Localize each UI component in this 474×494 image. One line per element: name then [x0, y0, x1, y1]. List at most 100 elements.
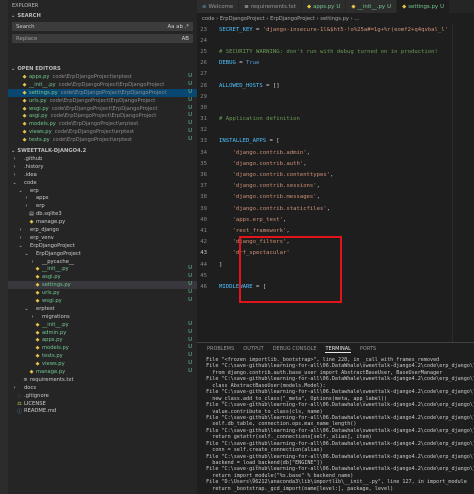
file-item[interactable]: ◇ .gitignore [8, 392, 197, 400]
tab-label: requirements.txt [250, 3, 296, 10]
tree-item-label: apps.py [42, 337, 63, 344]
panel-tab-terminal[interactable]: TERMINAL [325, 346, 351, 353]
open-editor-item[interactable]: ◆ asgi.py code\ErpDjangoProject\ErpDjangoP… [8, 112, 197, 120]
folder-item[interactable]: ⌄ erp [8, 187, 197, 195]
file-item[interactable]: ◆ models.py U [8, 344, 197, 352]
open-editor-item[interactable]: ◆ __init__.py code\ErpDjangoProject\ErpDja… [8, 81, 197, 89]
minimap[interactable] [452, 24, 474, 342]
git-status-badge: U [188, 80, 192, 87]
code-token: 'django.contrib.auth' [219, 160, 304, 167]
tab-settings-py[interactable]: ◆ settings.py U [397, 0, 451, 13]
search-section-header[interactable]: ⌄ SEARCH [8, 11, 197, 20]
folder-item[interactable]: › migrations [8, 313, 197, 321]
line-number: 43 [200, 250, 207, 257]
tab-apps-py[interactable]: ◆ apps.py U [301, 0, 347, 13]
open-editor-item[interactable]: ◆ urls.py code\ErpDjangoProject\ErpDjangoP… [8, 97, 197, 105]
breadcrumb[interactable]: code › ErpDjangoProject › ErpDjangoProje… [197, 13, 474, 24]
code-token: # SECURITY WARNING: don't run with debug… [219, 48, 438, 55]
open-editor-item[interactable]: ◆ settings.py code\ErpDjangoProject\ErpDja… [8, 88, 197, 97]
editor-tabs: ≡ Welcome ≡ requirements.txt ◆ apps.py U ◆ __ini… [197, 0, 474, 13]
file-item[interactable]: ◆ apps.py U [8, 337, 197, 345]
open-editor-item[interactable]: ◆ tests.py code\ErpDjangoProject\erptest U [8, 136, 197, 144]
line-number: 24 [200, 37, 207, 44]
line-number: 23 [200, 26, 207, 33]
search-options[interactable]: Aa ab .* [167, 24, 189, 30]
tab-welcome[interactable]: ≡ Welcome [197, 0, 240, 13]
code-line: 40 'apps.erp_test', [197, 214, 474, 225]
folder-item[interactable]: › apps [8, 194, 197, 202]
tree-item-label: erp_venv [30, 234, 54, 241]
tab-requirements-txt[interactable]: ≡ requirements.txt [239, 0, 302, 13]
chevron-right-icon: › [13, 163, 16, 170]
tree-item-label: .github [24, 155, 43, 162]
file-item[interactable]: ◆ views.py U [8, 360, 197, 368]
file-tree: › .github › .history › .idea ⌄ code ⌄ erp › apps › er… [8, 155, 197, 415]
file-item[interactable]: ◆ __init__.py U [8, 321, 197, 329]
file-item[interactable]: ⚖ LICENSE [8, 400, 197, 408]
tree-item-label: asgi.py [42, 274, 61, 281]
replace-input[interactable]: Replace AB [12, 34, 193, 43]
search-input[interactable]: Search Aa ab .* [12, 22, 193, 31]
tree-item-label: __init__.py [42, 266, 69, 273]
tree-item-label: ErpDjangoProject [36, 250, 81, 257]
file-item[interactable]: ◆ wsgi.py U [8, 297, 197, 305]
folder-item[interactable]: › docs [8, 384, 197, 392]
code-token: , [306, 149, 310, 156]
file-item[interactable]: ▤ db.sqlite3 [8, 210, 197, 218]
open-editor-item[interactable]: ◆ models.py code\ErpDjangoProject\erptest U [8, 120, 197, 128]
folder-item[interactable]: ⌄ erptest [8, 305, 197, 313]
open-editors-header[interactable]: ⌄ OPEN EDITORS [8, 64, 197, 73]
panel-tab-ports[interactable]: PORTS [360, 346, 376, 352]
replace-all-button[interactable]: AB [182, 36, 189, 42]
terminal-line: File "C:\save-github\learning-for-all\06… [200, 466, 474, 473]
folder-item[interactable]: › .history [8, 163, 197, 171]
file-item[interactable]: ◆ tests.py U [8, 352, 197, 360]
code-line: 39 'django.contrib.staticfiles', [197, 203, 474, 214]
git-status-badge: U [188, 328, 192, 335]
code-line: 25 # SECURITY WARNING: don't run with deb… [197, 46, 474, 57]
folder-item[interactable]: › erp [8, 202, 197, 210]
open-editor-item[interactable]: ◆ apps.py code\ErpDjangoProject\erptest U [8, 73, 197, 81]
folder-item[interactable]: › erp_venv [8, 234, 197, 242]
tab-label: Welcome [208, 3, 234, 10]
panel-tab-problems[interactable]: PROBLEMS [207, 346, 234, 352]
file-item[interactable]: ⓘ README.md [8, 408, 197, 416]
file-item[interactable]: ◆ asgi.py U [8, 273, 197, 281]
file-item[interactable]: ◆ __init__.py U [8, 265, 197, 273]
open-editor-name: __init__.py [29, 81, 56, 88]
code-token: , [303, 160, 307, 167]
code-token: , [326, 205, 331, 212]
folder-item[interactable]: ⌄ ErpDjangoProject [8, 250, 197, 258]
panel-tab-debug-console[interactable]: DEBUG CONSOLE [273, 346, 317, 352]
panel-tab-output[interactable]: OUTPUT [243, 346, 263, 352]
folder-item[interactable]: ⌄ code [8, 179, 197, 187]
file-item[interactable]: ≡ requirements.txt [8, 376, 197, 384]
line-number: 35 [200, 160, 207, 167]
open-editor-item[interactable]: ◆ views.py code\ErpDjangoProject\erptest U [8, 128, 197, 136]
file-item[interactable]: ◆ manage.py [8, 218, 197, 226]
chevron-down-icon: ⌄ [24, 305, 29, 312]
git-status-badge: U [440, 3, 445, 10]
file-item[interactable]: ◆ admin.py U [8, 329, 197, 337]
open-editor-item[interactable]: ◆ wsgi.py code\ErpDjangoProject\ErpDjangoP… [8, 105, 197, 113]
workspace-header[interactable]: ⌄ SWEETTALK-DJANGO4.2 [8, 146, 197, 155]
folder-item[interactable]: › erp_django [8, 226, 197, 234]
folder-item[interactable]: ⌄ ErpDjangoProject [8, 242, 197, 250]
git-status-badge: U [188, 281, 192, 288]
code-token: DEBUG [219, 60, 236, 67]
code-token: 'django.contrib.contenttypes' [219, 172, 331, 179]
file-item[interactable]: ◆ manage.py U [8, 368, 197, 376]
tree-item-label: erptest [36, 305, 55, 312]
git-status-badge: U [188, 368, 192, 375]
python-file-icon: ◆ [22, 105, 27, 112]
line-number: 30 [200, 104, 207, 111]
file-item[interactable]: ◆ urls.py U [8, 289, 197, 297]
folder-item[interactable]: › .github [8, 155, 197, 163]
file-item[interactable]: ◆ settings.py U [8, 281, 197, 290]
git-status-badge: U [188, 104, 192, 111]
terminal-output[interactable]: File "<frozen importlib._bootstrap>", li… [197, 355, 474, 492]
open-editor-name: wsgi.py [29, 105, 49, 112]
tab---init---py[interactable]: ◆ __init__.py U [346, 0, 398, 13]
folder-item[interactable]: › .idea [8, 171, 197, 179]
folder-item[interactable]: › __pycache__ [8, 258, 197, 266]
